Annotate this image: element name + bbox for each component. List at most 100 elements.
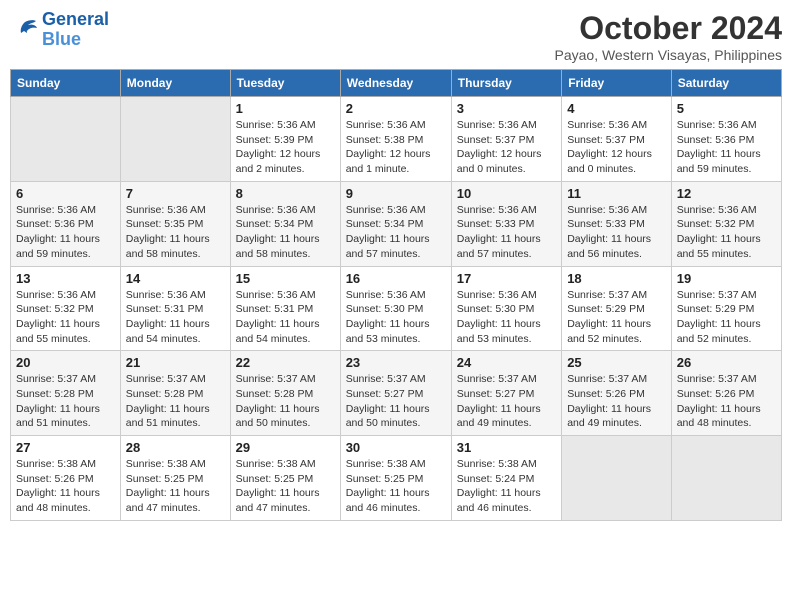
page-header: General Blue October 2024 Payao, Western… <box>10 10 782 63</box>
calendar-cell: 24 Sunrise: 5:37 AMSunset: 5:27 PMDayligh… <box>451 351 561 436</box>
day-number: 18 <box>567 271 666 286</box>
day-detail: Sunrise: 5:37 AMSunset: 5:26 PMDaylight:… <box>677 372 776 431</box>
calendar-cell: 3 Sunrise: 5:36 AMSunset: 5:37 PMDaylight… <box>451 97 561 182</box>
day-detail: Sunrise: 5:37 AMSunset: 5:28 PMDaylight:… <box>236 372 335 431</box>
day-number: 6 <box>16 186 115 201</box>
calendar-table: SundayMondayTuesdayWednesdayThursdayFrid… <box>10 69 782 521</box>
calendar-cell: 19 Sunrise: 5:37 AMSunset: 5:29 PMDayligh… <box>671 266 781 351</box>
day-detail: Sunrise: 5:37 AMSunset: 5:29 PMDaylight:… <box>677 288 776 347</box>
day-detail: Sunrise: 5:37 AMSunset: 5:26 PMDaylight:… <box>567 372 666 431</box>
calendar-cell: 23 Sunrise: 5:37 AMSunset: 5:27 PMDayligh… <box>340 351 451 436</box>
day-number: 24 <box>457 355 556 370</box>
calendar-cell: 31 Sunrise: 5:38 AMSunset: 5:24 PMDayligh… <box>451 436 561 521</box>
logo: General Blue <box>10 10 109 50</box>
calendar-cell: 20 Sunrise: 5:37 AMSunset: 5:28 PMDayligh… <box>11 351 121 436</box>
day-number: 16 <box>346 271 446 286</box>
calendar-cell: 14Sunrise: 5:36 AMSunset: 5:31 PMDayligh… <box>120 266 230 351</box>
day-detail: Sunrise: 5:36 AMSunset: 5:35 PMDaylight:… <box>126 203 225 262</box>
day-detail: Sunrise: 5:36 AMSunset: 5:39 PMDaylight:… <box>236 118 335 177</box>
col-header-monday: Monday <box>120 70 230 97</box>
day-number: 30 <box>346 440 446 455</box>
day-detail: Sunrise: 5:36 AMSunset: 5:30 PMDaylight:… <box>346 288 446 347</box>
day-detail: Sunrise: 5:36 AMSunset: 5:33 PMDaylight:… <box>567 203 666 262</box>
calendar-cell: 30Sunrise: 5:38 AMSunset: 5:25 PMDayligh… <box>340 436 451 521</box>
day-detail: Sunrise: 5:36 AMSunset: 5:38 PMDaylight:… <box>346 118 446 177</box>
logo-icon <box>10 19 38 41</box>
calendar-cell <box>671 436 781 521</box>
calendar-cell: 21Sunrise: 5:37 AMSunset: 5:28 PMDayligh… <box>120 351 230 436</box>
day-detail: Sunrise: 5:37 AMSunset: 5:28 PMDaylight:… <box>16 372 115 431</box>
calendar-cell: 28 Sunrise: 5:38 AMSunset: 5:25 PMDayligh… <box>120 436 230 521</box>
day-number: 31 <box>457 440 556 455</box>
day-detail: Sunrise: 5:36 AMSunset: 5:36 PMDaylight:… <box>16 203 115 262</box>
calendar-cell: 25 Sunrise: 5:37 AMSunset: 5:26 PMDayligh… <box>562 351 672 436</box>
day-detail: Sunrise: 5:36 AMSunset: 5:30 PMDaylight:… <box>457 288 556 347</box>
day-detail: Sunrise: 5:36 AMSunset: 5:34 PMDaylight:… <box>236 203 335 262</box>
calendar-cell: 13 Sunrise: 5:36 AMSunset: 5:32 PMDayligh… <box>11 266 121 351</box>
day-detail: Sunrise: 5:36 AMSunset: 5:37 PMDaylight:… <box>567 118 666 177</box>
day-detail: Sunrise: 5:36 AMSunset: 5:32 PMDaylight:… <box>16 288 115 347</box>
calendar-cell: 12 Sunrise: 5:36 AMSunset: 5:32 PMDayligh… <box>671 181 781 266</box>
day-detail: Sunrise: 5:36 AMSunset: 5:36 PMDaylight:… <box>677 118 776 177</box>
day-detail: Sunrise: 5:36 AMSunset: 5:33 PMDaylight:… <box>457 203 556 262</box>
day-number: 25 <box>567 355 666 370</box>
calendar-cell <box>562 436 672 521</box>
day-number: 21 <box>126 355 225 370</box>
day-detail: Sunrise: 5:36 AMSunset: 5:37 PMDaylight:… <box>457 118 556 177</box>
calendar-cell <box>120 97 230 182</box>
calendar-cell: 17 Sunrise: 5:36 AMSunset: 5:30 PMDayligh… <box>451 266 561 351</box>
day-detail: Sunrise: 5:38 AMSunset: 5:25 PMDaylight:… <box>126 457 225 516</box>
day-number: 13 <box>16 271 115 286</box>
col-header-saturday: Saturday <box>671 70 781 97</box>
day-detail: Sunrise: 5:38 AMSunset: 5:26 PMDaylight:… <box>16 457 115 516</box>
day-number: 27 <box>16 440 115 455</box>
day-detail: Sunrise: 5:36 AMSunset: 5:34 PMDaylight:… <box>346 203 446 262</box>
col-header-sunday: Sunday <box>11 70 121 97</box>
day-detail: Sunrise: 5:36 AMSunset: 5:32 PMDaylight:… <box>677 203 776 262</box>
calendar-cell: 9 Sunrise: 5:36 AMSunset: 5:34 PMDaylight… <box>340 181 451 266</box>
calendar-cell: 15 Sunrise: 5:36 AMSunset: 5:31 PMDayligh… <box>230 266 340 351</box>
day-number: 12 <box>677 186 776 201</box>
calendar-cell: 11Sunrise: 5:36 AMSunset: 5:33 PMDayligh… <box>562 181 672 266</box>
day-number: 26 <box>677 355 776 370</box>
day-number: 2 <box>346 101 446 116</box>
calendar-cell: 18 Sunrise: 5:37 AMSunset: 5:29 PMDayligh… <box>562 266 672 351</box>
day-number: 20 <box>16 355 115 370</box>
calendar-cell: 8 Sunrise: 5:36 AMSunset: 5:34 PMDaylight… <box>230 181 340 266</box>
day-number: 3 <box>457 101 556 116</box>
day-number: 19 <box>677 271 776 286</box>
day-number: 8 <box>236 186 335 201</box>
calendar-cell: 4 Sunrise: 5:36 AMSunset: 5:37 PMDaylight… <box>562 97 672 182</box>
calendar-cell <box>11 97 121 182</box>
calendar-cell: 5Sunrise: 5:36 AMSunset: 5:36 PMDaylight… <box>671 97 781 182</box>
title-block: October 2024 Payao, Western Visayas, Phi… <box>555 10 783 63</box>
day-number: 29 <box>236 440 335 455</box>
day-number: 7 <box>126 186 225 201</box>
calendar-cell: 29 Sunrise: 5:38 AMSunset: 5:25 PMDayligh… <box>230 436 340 521</box>
day-number: 9 <box>346 186 446 201</box>
day-number: 22 <box>236 355 335 370</box>
day-detail: Sunrise: 5:37 AMSunset: 5:29 PMDaylight:… <box>567 288 666 347</box>
calendar-cell: 2 Sunrise: 5:36 AMSunset: 5:38 PMDaylight… <box>340 97 451 182</box>
day-number: 17 <box>457 271 556 286</box>
col-header-friday: Friday <box>562 70 672 97</box>
day-detail: Sunrise: 5:38 AMSunset: 5:24 PMDaylight:… <box>457 457 556 516</box>
day-number: 14 <box>126 271 225 286</box>
day-number: 1 <box>236 101 335 116</box>
day-detail: Sunrise: 5:37 AMSunset: 5:27 PMDaylight:… <box>457 372 556 431</box>
calendar-cell: 27 Sunrise: 5:38 AMSunset: 5:26 PMDayligh… <box>11 436 121 521</box>
day-detail: Sunrise: 5:37 AMSunset: 5:27 PMDaylight:… <box>346 372 446 431</box>
calendar-cell: 22 Sunrise: 5:37 AMSunset: 5:28 PMDayligh… <box>230 351 340 436</box>
calendar-cell: 1 Sunrise: 5:36 AMSunset: 5:39 PMDaylight… <box>230 97 340 182</box>
month-title: October 2024 <box>555 10 783 47</box>
day-detail: Sunrise: 5:38 AMSunset: 5:25 PMDaylight:… <box>236 457 335 516</box>
calendar-cell: 26 Sunrise: 5:37 AMSunset: 5:26 PMDayligh… <box>671 351 781 436</box>
col-header-wednesday: Wednesday <box>340 70 451 97</box>
day-detail: Sunrise: 5:36 AMSunset: 5:31 PMDaylight:… <box>236 288 335 347</box>
calendar-cell: 16 Sunrise: 5:36 AMSunset: 5:30 PMDayligh… <box>340 266 451 351</box>
day-number: 23 <box>346 355 446 370</box>
day-number: 28 <box>126 440 225 455</box>
day-number: 4 <box>567 101 666 116</box>
calendar-cell: 6 Sunrise: 5:36 AMSunset: 5:36 PMDaylight… <box>11 181 121 266</box>
day-number: 15 <box>236 271 335 286</box>
